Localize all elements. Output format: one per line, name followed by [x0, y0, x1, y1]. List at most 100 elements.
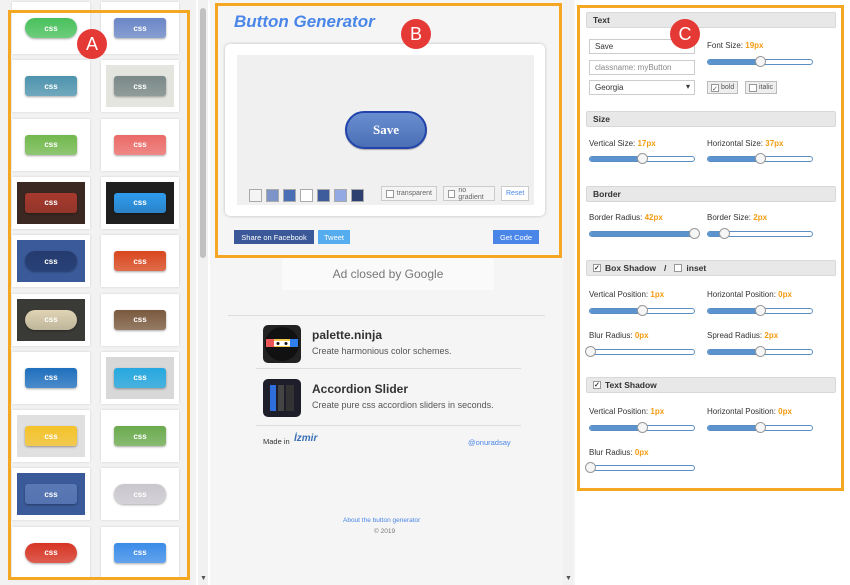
preview-button[interactable]: Save — [345, 111, 427, 149]
palette-ninja-icon[interactable] — [263, 325, 301, 363]
slider-bs-spread[interactable] — [707, 346, 813, 357]
slider-bsize[interactable] — [707, 228, 813, 239]
gallery-tile[interactable]: css — [101, 2, 179, 54]
color-swatch[interactable] — [317, 189, 330, 202]
sample-button[interactable]: css — [25, 367, 77, 388]
sample-button[interactable]: css — [114, 251, 166, 272]
sample-button[interactable]: css — [25, 484, 77, 505]
checkbox-icon[interactable] — [448, 189, 456, 198]
slider-bs-v[interactable] — [589, 305, 695, 316]
checkbox-checked-icon[interactable]: ✓ — [593, 264, 601, 272]
sample-button[interactable]: css — [114, 18, 166, 38]
slider-bs-blur[interactable] — [585, 346, 695, 357]
gallery-scroll-thumb[interactable] — [200, 8, 206, 258]
slider-font[interactable] — [707, 56, 813, 67]
slider-knob[interactable] — [585, 462, 596, 473]
slider-knob[interactable] — [755, 305, 766, 316]
gallery-tile[interactable]: css — [101, 118, 179, 171]
get-code-button[interactable]: Get Code — [493, 230, 539, 244]
no-gradient-toggle[interactable]: no gradient — [443, 186, 495, 201]
sample-button[interactable]: css — [114, 192, 166, 213]
sample-button[interactable]: css — [114, 134, 166, 155]
promo-title[interactable]: palette.ninja — [312, 328, 382, 342]
color-swatch[interactable] — [300, 189, 313, 202]
tweet-button[interactable]: Tweet — [318, 230, 350, 244]
gallery-tile[interactable]: css — [12, 60, 90, 113]
slider-hsize[interactable] — [707, 153, 813, 164]
gallery-tile[interactable]: css — [101, 176, 179, 229]
gallery-tile[interactable]: css — [101, 468, 179, 521]
gallery-tile[interactable]: css — [12, 235, 90, 288]
scroll-down-icon[interactable]: ▼ — [200, 575, 207, 582]
bold-toggle[interactable]: ✓ bold — [707, 81, 739, 94]
slider-knob[interactable] — [637, 422, 648, 433]
gallery-tile[interactable]: css — [12, 176, 90, 229]
accordion-slider-icon[interactable] — [263, 379, 301, 417]
checkbox-icon[interactable] — [674, 264, 683, 272]
sample-button[interactable]: css — [114, 309, 166, 330]
gallery-tile[interactable]: css — [101, 235, 179, 288]
slider-knob[interactable] — [718, 228, 730, 239]
slider-bs-h[interactable] — [707, 305, 813, 316]
bold-label: bold — [721, 84, 735, 91]
sample-button[interactable]: css — [25, 426, 77, 447]
slider-ts-v[interactable] — [589, 422, 695, 433]
izmir-logo[interactable]: İzmir — [294, 433, 317, 444]
sample-button[interactable]: css — [114, 76, 166, 97]
gallery-tile[interactable]: css — [101, 60, 179, 113]
sample-button[interactable]: css — [25, 18, 77, 38]
gallery-tile[interactable]: css — [12, 526, 90, 579]
promo-title[interactable]: Accordion Slider — [312, 382, 408, 396]
sample-button[interactable]: css — [25, 309, 77, 330]
sample-button[interactable]: css — [25, 192, 77, 213]
slider-ts-h[interactable] — [707, 422, 813, 433]
gallery-tile[interactable]: css — [12, 410, 90, 463]
slider-ts-blur[interactable] — [585, 462, 695, 473]
slider-vsize[interactable] — [589, 153, 695, 164]
gallery-tile[interactable]: css — [12, 118, 90, 171]
sample-button[interactable]: css — [114, 367, 166, 388]
slider-knob[interactable] — [585, 346, 596, 357]
sample-button[interactable]: css — [25, 251, 77, 272]
gallery-tile[interactable]: css — [12, 468, 90, 521]
ts-blur-label: Blur Radius: 0px — [589, 448, 649, 457]
slider-knob[interactable] — [755, 422, 766, 433]
slider-knob[interactable] — [755, 346, 766, 357]
transparent-toggle[interactable]: transparent — [381, 186, 437, 201]
gallery-tile[interactable]: css — [12, 293, 90, 346]
gallery-tile[interactable]: css — [101, 526, 179, 579]
main-scrollbar[interactable] — [563, 0, 573, 585]
author-handle-link[interactable]: @onuradsay — [468, 438, 511, 447]
sample-button[interactable]: css — [114, 426, 166, 447]
sample-button[interactable]: css — [114, 542, 166, 563]
slider-knob[interactable] — [637, 305, 648, 316]
checkbox-checked-icon[interactable]: ✓ — [711, 83, 719, 93]
checkbox-checked-icon[interactable]: ✓ — [593, 381, 601, 389]
gallery-tile[interactable]: css — [101, 410, 179, 463]
slider-bradius[interactable] — [589, 228, 700, 239]
classname-input[interactable]: classname: myButton — [589, 60, 695, 75]
slider-knob[interactable] — [637, 153, 648, 164]
color-swatch[interactable] — [249, 189, 262, 202]
gallery-tile[interactable]: css — [101, 351, 179, 404]
scroll-down-icon[interactable]: ▼ — [565, 575, 572, 582]
checkbox-icon[interactable] — [749, 83, 757, 92]
slider-knob[interactable] — [755, 56, 766, 67]
color-swatch[interactable] — [334, 189, 347, 202]
sample-button[interactable]: css — [114, 484, 166, 505]
checkbox-icon[interactable] — [386, 189, 394, 198]
gallery-tile[interactable]: css — [12, 351, 90, 404]
font-select[interactable]: Georgia ▾ — [589, 80, 695, 95]
italic-toggle[interactable]: italic — [745, 81, 778, 94]
color-swatch[interactable] — [266, 189, 279, 202]
slider-knob[interactable] — [755, 153, 766, 164]
sample-button[interactable]: css — [25, 134, 77, 155]
color-swatch[interactable] — [283, 189, 296, 202]
reset-button[interactable]: Reset — [501, 186, 529, 201]
sample-button[interactable]: css — [25, 542, 77, 563]
share-facebook-button[interactable]: Share on Facebook — [234, 230, 314, 244]
slider-knob[interactable] — [689, 228, 700, 239]
gallery-tile[interactable]: css — [101, 293, 179, 346]
color-swatch[interactable] — [351, 189, 364, 202]
sample-button[interactable]: css — [25, 76, 77, 97]
